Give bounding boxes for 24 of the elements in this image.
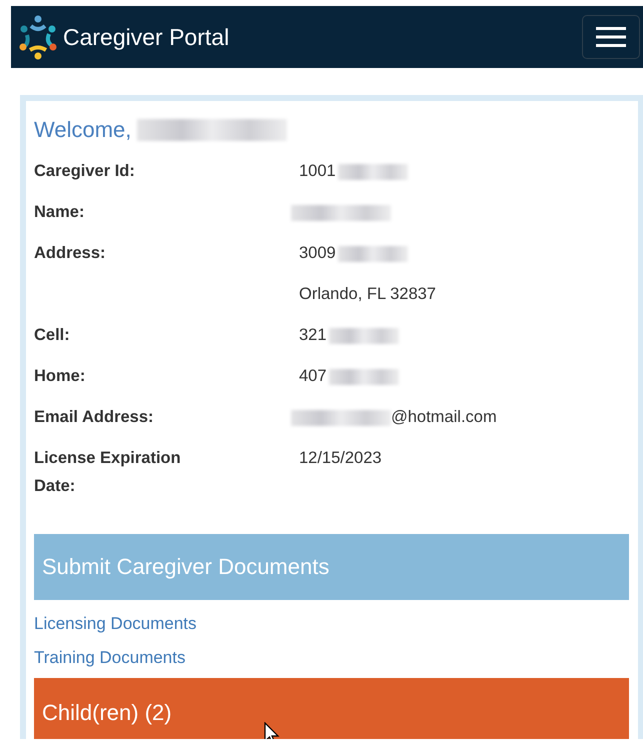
field-label: Address:	[34, 243, 107, 264]
logo-icon	[19, 14, 57, 60]
field-value: @hotmail.com	[391, 408, 497, 427]
document-link[interactable]: Licensing Documents	[34, 614, 197, 634]
field-label: Home:	[34, 366, 86, 387]
field-label: Caregiver Id:	[34, 161, 136, 182]
field-label: Email Address:	[34, 407, 155, 428]
field-label: Name:	[34, 202, 86, 223]
document-link[interactable]: Training Documents	[34, 648, 186, 668]
portal-title[interactable]: Caregiver Portal	[63, 24, 230, 50]
field-value: 3009	[299, 244, 336, 263]
field-label: Cell:	[34, 325, 71, 346]
menu-icon	[596, 26, 626, 48]
field-value: 1001	[299, 162, 336, 181]
children-header[interactable]: Child(ren) (2)	[34, 678, 629, 739]
field-value: 407	[299, 367, 327, 386]
children-title: Child(ren) (2)	[42, 700, 172, 726]
welcome-heading: Welcome,	[34, 117, 132, 143]
field-value: 321	[299, 326, 327, 345]
field-value: 12/15/2023	[299, 449, 382, 468]
menu-button[interactable]	[582, 15, 640, 59]
cursor-icon	[264, 722, 280, 739]
field-label: License Expiration Date:	[34, 448, 182, 497]
field-value: Orlando, FL 32837	[299, 285, 436, 304]
